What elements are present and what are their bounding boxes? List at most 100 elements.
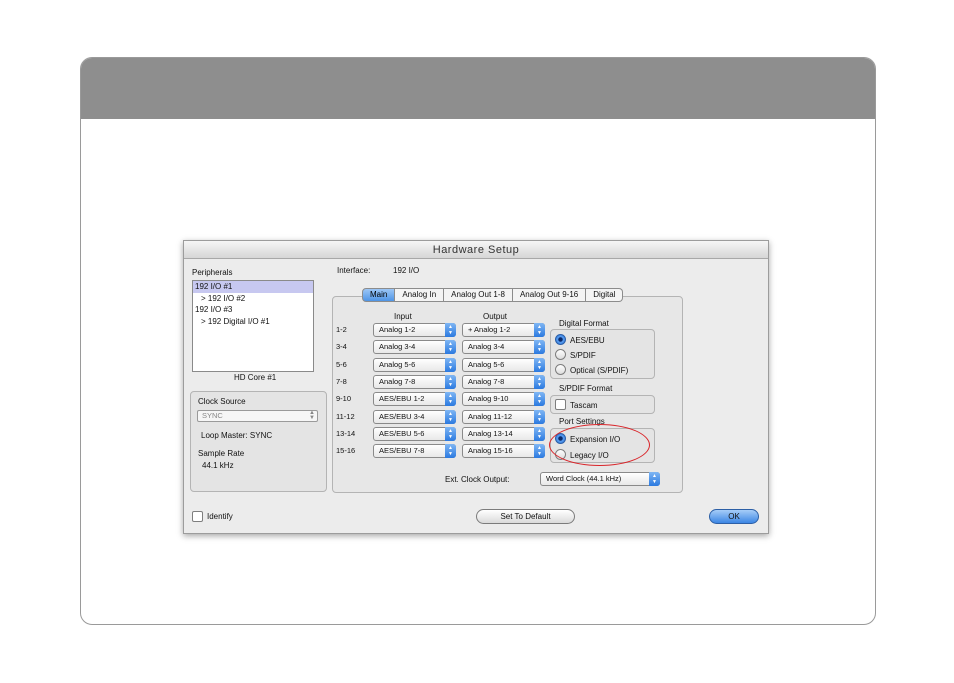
popup-value: Analog 7-8 xyxy=(379,376,416,386)
popup-value: Analog 3-4 xyxy=(379,342,416,352)
tab-analog-in[interactable]: Analog In xyxy=(395,288,445,302)
popup-arrows-icon: ▲ ▼ xyxy=(649,472,660,486)
output-select[interactable]: Analog 5-6 ▲ ▼ xyxy=(462,357,545,372)
input-select[interactable]: AES/EBU 7-8 ▲ ▼ xyxy=(373,444,456,459)
popup-arrows-icon: ▲ ▼ xyxy=(534,409,545,424)
output-select[interactable]: Analog 9-10 ▲ ▼ xyxy=(462,392,545,407)
output-select[interactable]: Analog 13-14 ▲ ▼ xyxy=(462,426,545,441)
popup-value: Analog 5-6 xyxy=(468,359,505,369)
sample-rate-value: 44.1 kHz xyxy=(202,461,234,470)
tab-bar: Main Analog In Analog Out 1-8 Analog Out 9-… xyxy=(362,288,624,302)
popup-value: Analog 1-2 xyxy=(379,325,416,334)
popup-arrows-icon: ▲ ▼ xyxy=(534,426,545,441)
popup-arrows-icon: ▲ ▼ xyxy=(534,323,545,337)
identify-checkbox[interactable] xyxy=(192,511,203,522)
popup-value: Analog 3-4 xyxy=(468,342,505,352)
tab-analog-out-9-16[interactable]: Analog Out 9-16 xyxy=(512,288,587,302)
hd-core-label: HD Core #1 xyxy=(234,373,277,382)
radio-label: AES/EBU xyxy=(570,336,605,345)
ext-clock-select[interactable]: Word Clock (44.1 kHz) ▲ ▼ xyxy=(540,472,660,486)
popup-arrows-icon: ▲ ▼ xyxy=(534,444,545,459)
input-select[interactable]: AES/EBU 1-2 ▲ ▼ xyxy=(373,392,456,407)
radio-button[interactable] xyxy=(555,364,566,375)
popup-value: AES/EBU 3-4 xyxy=(379,411,425,421)
window-title: Hardware Setup xyxy=(184,241,768,259)
input-select[interactable]: Analog 7-8 ▲ ▼ xyxy=(373,374,456,389)
channel-pair-label: 11-12 xyxy=(336,411,355,421)
clock-source-select[interactable]: SYNC ▲ ▼ xyxy=(197,410,318,422)
tab-main[interactable]: Main xyxy=(362,288,396,302)
sample-rate-label: Sample Rate xyxy=(198,449,245,458)
peripheral-item[interactable]: 192 I/O #1 xyxy=(193,281,313,293)
popup-arrows-icon: ▲ ▼ xyxy=(445,323,456,337)
interface-value: 192 I/O xyxy=(393,266,420,275)
identify-label: Identify xyxy=(207,512,233,521)
hardware-setup-window: Hardware Setup Peripherals 192 I/O #1 > 1… xyxy=(183,240,769,534)
popup-value: AES/EBU 5-6 xyxy=(379,428,425,438)
popup-value: AES/EBU 1-2 xyxy=(379,394,425,404)
popup-value: Analog 11-12 xyxy=(468,411,513,421)
input-column-header: Input xyxy=(394,312,412,321)
radio-button[interactable] xyxy=(555,334,566,345)
tascam-checkbox[interactable] xyxy=(555,399,566,410)
popup-arrows-icon: ▲ ▼ xyxy=(445,340,456,355)
popup-value: AES/EBU 7-8 xyxy=(379,446,425,456)
radio-label: S/PDIF xyxy=(570,351,596,360)
tab-digital[interactable]: Digital xyxy=(586,288,624,302)
popup-value: Analog 13-14 xyxy=(468,428,513,438)
popup-value: + Analog 1-2 xyxy=(468,325,511,334)
popup-value: Analog 7-8 xyxy=(468,376,505,386)
popup-arrows-icon: ▲ ▼ xyxy=(534,357,545,372)
channel-pair-label: 9-10 xyxy=(336,394,352,404)
peripherals-label: Peripherals xyxy=(192,268,233,277)
stepper-arrows-icon: ▲ ▼ xyxy=(309,410,315,421)
output-column-header: Output xyxy=(483,312,508,321)
input-select[interactable]: Analog 3-4 ▲ ▼ xyxy=(373,340,456,355)
output-select[interactable]: Analog 3-4 ▲ ▼ xyxy=(462,340,545,355)
digital-format-label: Digital Format xyxy=(559,319,609,328)
radio-label: Optical (S/PDIF) xyxy=(570,366,629,375)
popup-arrows-icon: ▲ ▼ xyxy=(534,374,545,389)
frame-header-band xyxy=(81,58,875,119)
ext-clock-label: Ext. Clock Output: xyxy=(445,475,510,484)
channel-pair-label: 5-6 xyxy=(336,359,347,369)
channel-pair-label: 3-4 xyxy=(336,342,347,352)
popup-value: Analog 9-10 xyxy=(468,394,509,404)
input-select[interactable]: Analog 1-2 ▲ ▼ xyxy=(373,323,456,337)
clock-source-value: SYNC xyxy=(202,411,223,420)
popup-arrows-icon: ▲ ▼ xyxy=(534,392,545,407)
channel-pair-label: 13-14 xyxy=(336,428,356,438)
spdif-format-label: S/PDIF Format xyxy=(559,384,613,393)
radio-button[interactable] xyxy=(555,349,566,360)
loop-master-text: Loop Master: SYNC xyxy=(201,431,273,440)
channel-pair-label: 7-8 xyxy=(336,376,347,386)
popup-arrows-icon: ▲ ▼ xyxy=(445,392,456,407)
output-select[interactable]: + Analog 1-2 ▲ ▼ xyxy=(462,323,545,337)
output-select[interactable]: Analog 7-8 ▲ ▼ xyxy=(462,374,545,389)
channel-pair-label: 15-16 xyxy=(336,446,356,456)
input-select[interactable]: Analog 5-6 ▲ ▼ xyxy=(373,357,456,372)
peripherals-list[interactable]: 192 I/O #1 > 192 I/O #2 192 I/O #3 > 192 Di… xyxy=(192,280,314,372)
tab-analog-out-1-8[interactable]: Analog Out 1-8 xyxy=(444,288,513,302)
input-select[interactable]: AES/EBU 3-4 ▲ ▼ xyxy=(373,409,456,424)
output-select[interactable]: Analog 11-12 ▲ ▼ xyxy=(462,409,545,424)
clock-group: Clock Source SYNC ▲ ▼ Loop Master: SYNC S… xyxy=(190,391,327,492)
highlight-ring xyxy=(549,424,650,466)
peripheral-item[interactable]: 192 I/O #3 xyxy=(193,304,313,316)
peripheral-item[interactable]: > 192 Digital I/O #1 xyxy=(193,316,313,328)
interface-label: Interface: xyxy=(337,266,371,275)
channel-pair-label: 1-2 xyxy=(336,325,347,334)
peripheral-item[interactable]: > 192 I/O #2 xyxy=(193,293,313,305)
popup-arrows-icon: ▲ ▼ xyxy=(445,409,456,424)
ok-button[interactable]: OK xyxy=(709,509,759,524)
tascam-label: Tascam xyxy=(570,401,598,410)
popup-arrows-icon: ▲ ▼ xyxy=(534,340,545,355)
clock-source-label: Clock Source xyxy=(198,397,246,406)
output-select[interactable]: Analog 15-16 ▲ ▼ xyxy=(462,444,545,459)
popup-value: Analog 5-6 xyxy=(379,359,416,369)
popup-value: Analog 15-16 xyxy=(468,446,513,456)
input-select[interactable]: AES/EBU 5-6 ▲ ▼ xyxy=(373,426,456,441)
popup-arrows-icon: ▲ ▼ xyxy=(445,357,456,372)
popup-arrows-icon: ▲ ▼ xyxy=(445,426,456,441)
set-to-default-button[interactable]: Set To Default xyxy=(476,509,575,524)
